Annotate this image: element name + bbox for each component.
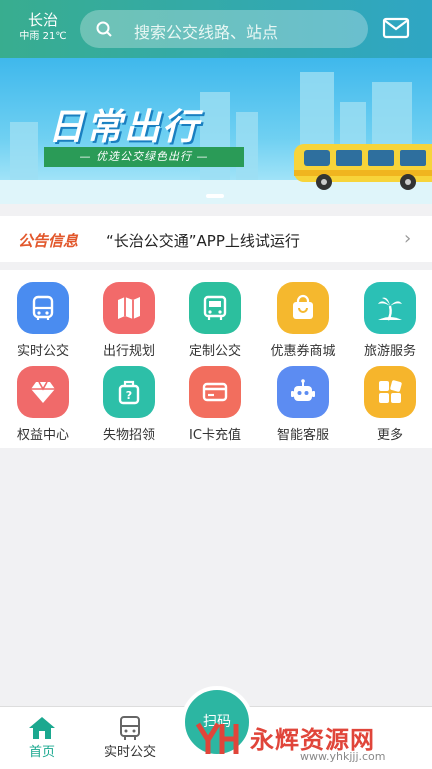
city-weather[interactable]: 长治 中雨 21℃	[14, 11, 72, 44]
watermark-url: www.yhkjjj.com	[300, 750, 386, 763]
grid-item-trip-planning[interactable]: 出行规划	[89, 282, 169, 359]
more-grid-icon	[364, 366, 416, 418]
grid-label: 实时公交	[16, 344, 69, 359]
carousel-indicator[interactable]	[206, 194, 224, 198]
watermark: 永辉资源网 www.yhkjjj.com	[192, 712, 432, 768]
luggage-icon: ?	[103, 366, 155, 418]
shopping-bag-icon	[277, 282, 329, 334]
palm-tree-icon	[364, 282, 416, 334]
grid-item-benefits-center[interactable]: 权益中心	[3, 366, 83, 443]
grid-item-ic-card-recharge[interactable]: IC卡充值	[175, 366, 255, 443]
grid-label: 更多	[376, 428, 403, 443]
grid-label: 定制公交	[188, 344, 241, 359]
grid-label: 权益中心	[16, 428, 69, 443]
search-input[interactable]: 搜索公交线路、站点	[80, 10, 368, 48]
bus-icon	[17, 282, 69, 334]
notice-tag: 公告信息	[18, 232, 79, 250]
promo-banner[interactable]: 日常出行 — 优选公交绿色出行 —	[0, 58, 432, 204]
watermark-logo	[195, 722, 239, 754]
grid-item-coupon-mall[interactable]: 优惠券商城	[263, 282, 343, 359]
city-name[interactable]: 长治	[14, 11, 72, 29]
mail-icon[interactable]	[382, 16, 410, 40]
grid-label: 旅游服务	[363, 344, 416, 359]
bus-illustration	[294, 144, 432, 190]
bus-icon	[120, 716, 140, 740]
svg-text:?: ?	[126, 389, 132, 402]
notice-text[interactable]: “长治公交通”APP上线试运行	[106, 230, 300, 251]
map-icon	[103, 282, 155, 334]
robot-icon	[277, 366, 329, 418]
grid-item-realtime-bus[interactable]: 实时公交	[3, 282, 83, 359]
home-icon	[29, 717, 55, 739]
tab-label: 首页	[28, 745, 55, 760]
weather-text: 中雨 21℃	[19, 31, 67, 42]
grid-label: 失物招领	[102, 428, 155, 443]
tab-home[interactable]: 首页	[2, 707, 82, 760]
grid-item-more[interactable]: 更多	[350, 366, 430, 443]
tab-label: 实时公交	[103, 745, 156, 760]
custom-bus-icon	[189, 282, 241, 334]
notice-bar[interactable]: 公告信息 “长治公交通”APP上线试运行 ›	[0, 216, 432, 262]
grid-label: 优惠券商城	[270, 344, 336, 359]
search-placeholder: 搜索公交线路、站点	[134, 23, 279, 42]
grid-item-smart-service[interactable]: 智能客服	[263, 366, 343, 443]
grid-label: 智能客服	[276, 428, 329, 443]
grid-item-lost-and-found[interactable]: ? 失物招领	[89, 366, 169, 443]
search-icon	[96, 21, 112, 37]
grid-label: 出行规划	[102, 344, 155, 359]
grid-item-custom-bus[interactable]: 定制公交	[175, 282, 255, 359]
service-grid: 实时公交 出行规划 定制公交 优惠券商城 旅游服务 权益中心 ? 失物招领 IC…	[0, 270, 432, 448]
tab-realtime-bus[interactable]: 实时公交	[90, 707, 170, 760]
grid-label: IC卡充值	[189, 428, 241, 443]
diamond-icon	[17, 366, 69, 418]
chevron-right-icon[interactable]: ›	[404, 228, 411, 249]
banner-title: 日常出行	[48, 107, 201, 148]
grid-item-travel-service[interactable]: 旅游服务	[350, 282, 430, 359]
card-icon	[189, 366, 241, 418]
top-bar: 长治 中雨 21℃ 搜索公交线路、站点	[0, 0, 432, 58]
banner-subtitle: — 优选公交绿色出行 —	[44, 147, 244, 167]
